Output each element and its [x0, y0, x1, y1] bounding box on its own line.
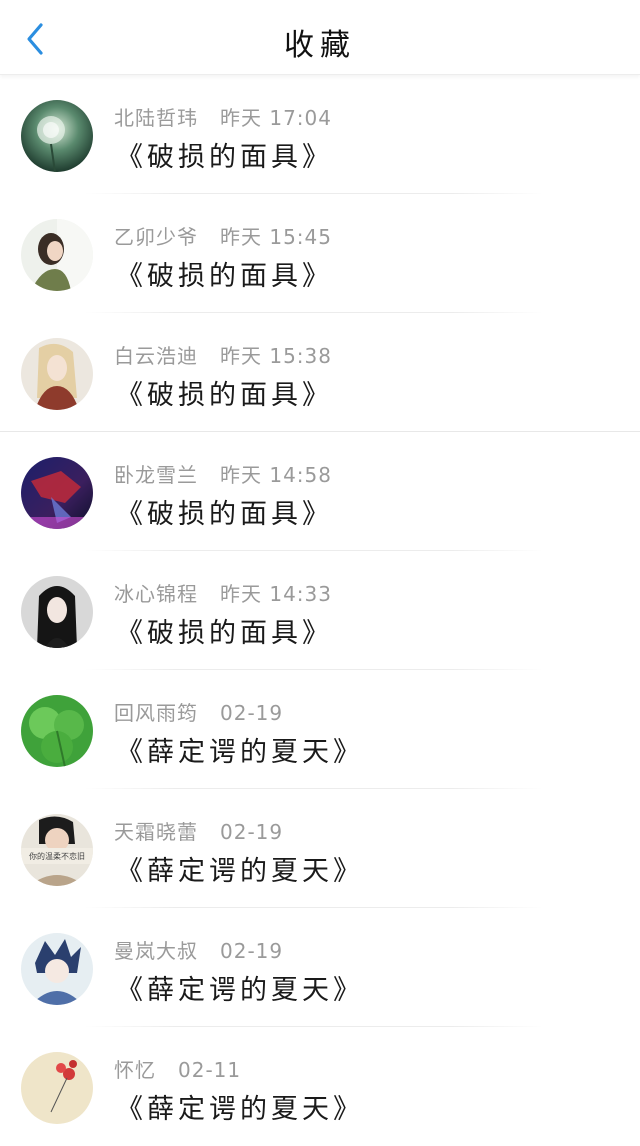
user-name[interactable]: 白云浩迪 [114, 344, 198, 368]
item-meta: 北陆哲玮 昨天 17:04 [114, 102, 332, 131]
user-name[interactable]: 回风雨筠 [114, 701, 198, 725]
avatar[interactable] [21, 457, 93, 529]
item-meta: 白云浩迪 昨天 15:38 [114, 340, 332, 369]
timestamp: 昨天 14:33 [220, 582, 332, 606]
avatar[interactable] [21, 695, 93, 767]
item-meta: 天霜晓蕾 02-19 [114, 816, 283, 845]
user-name[interactable]: 乙卯少爷 [114, 225, 198, 249]
timestamp: 02-19 [220, 701, 284, 725]
avatar[interactable]: 你的温柔不恋旧 [21, 814, 93, 886]
list-item[interactable]: 怀忆 02-11 《薛定谔的夏天》 [0, 1027, 640, 1146]
list-item[interactable]: 白云浩迪 昨天 15:38 《破损的面具》 [0, 313, 640, 432]
avatar[interactable] [21, 100, 93, 172]
user-name[interactable]: 曼岚大叔 [114, 939, 198, 963]
favorites-list: 北陆哲玮 昨天 17:04 《破损的面具》 乙卯少爷 昨天 15:45 《破损的面具… [0, 75, 640, 1146]
timestamp: 02-19 [220, 939, 284, 963]
timestamp: 昨天 14:58 [220, 463, 332, 487]
list-item[interactable]: 北陆哲玮 昨天 17:04 《破损的面具》 [0, 75, 640, 194]
timestamp: 02-11 [178, 1058, 242, 1082]
favorite-title[interactable]: 《破损的面具》 [116, 611, 333, 650]
avatar-caption: 你的温柔不恋旧 [29, 851, 85, 861]
favorite-title[interactable]: 《破损的面具》 [116, 254, 333, 293]
item-meta: 冰心锦程 昨天 14:33 [114, 578, 332, 607]
favorite-title[interactable]: 《破损的面具》 [116, 373, 333, 412]
list-item[interactable]: 曼岚大叔 02-19 《薛定谔的夏天》 [0, 908, 640, 1027]
avatar[interactable] [21, 933, 93, 1005]
item-meta: 乙卯少爷 昨天 15:45 [114, 221, 332, 250]
timestamp: 昨天 15:45 [220, 225, 332, 249]
favorite-title[interactable]: 《薛定谔的夏天》 [116, 968, 364, 1007]
avatar[interactable] [21, 219, 93, 291]
favorite-title[interactable]: 《破损的面具》 [116, 135, 333, 174]
user-name[interactable]: 冰心锦程 [114, 582, 198, 606]
avatar[interactable] [21, 576, 93, 648]
list-item[interactable]: 回风雨筠 02-19 《薛定谔的夏天》 [0, 670, 640, 789]
list-item[interactable]: 冰心锦程 昨天 14:33 《破损的面具》 [0, 551, 640, 670]
timestamp: 02-19 [220, 820, 284, 844]
user-name[interactable]: 卧龙雪兰 [114, 463, 198, 487]
list-item[interactable]: 卧龙雪兰 昨天 14:58 《破损的面具》 [0, 432, 640, 551]
page-title: 收藏 [284, 28, 356, 63]
favorite-title[interactable]: 《薛定谔的夏天》 [116, 849, 364, 888]
list-item[interactable]: 你的温柔不恋旧 天霜晓蕾 02-19 《薛定谔的夏天》 [0, 789, 640, 908]
item-meta: 怀忆 02-11 [114, 1054, 241, 1083]
nav-bar: 收藏 [0, 0, 640, 75]
list-item[interactable]: 乙卯少爷 昨天 15:45 《破损的面具》 [0, 194, 640, 313]
item-meta: 曼岚大叔 02-19 [114, 935, 283, 964]
user-name[interactable]: 天霜晓蕾 [114, 820, 198, 844]
item-meta: 卧龙雪兰 昨天 14:58 [114, 459, 332, 488]
user-name[interactable]: 怀忆 [114, 1058, 156, 1082]
timestamp: 昨天 15:38 [220, 344, 332, 368]
favorite-title[interactable]: 《薛定谔的夏天》 [116, 1087, 364, 1126]
favorite-title[interactable]: 《薛定谔的夏天》 [116, 730, 364, 769]
favorite-title[interactable]: 《破损的面具》 [116, 492, 333, 531]
item-meta: 回风雨筠 02-19 [114, 697, 283, 726]
avatar[interactable] [21, 338, 93, 410]
avatar[interactable] [21, 1052, 93, 1124]
user-name[interactable]: 北陆哲玮 [114, 106, 198, 130]
timestamp: 昨天 17:04 [220, 106, 332, 130]
